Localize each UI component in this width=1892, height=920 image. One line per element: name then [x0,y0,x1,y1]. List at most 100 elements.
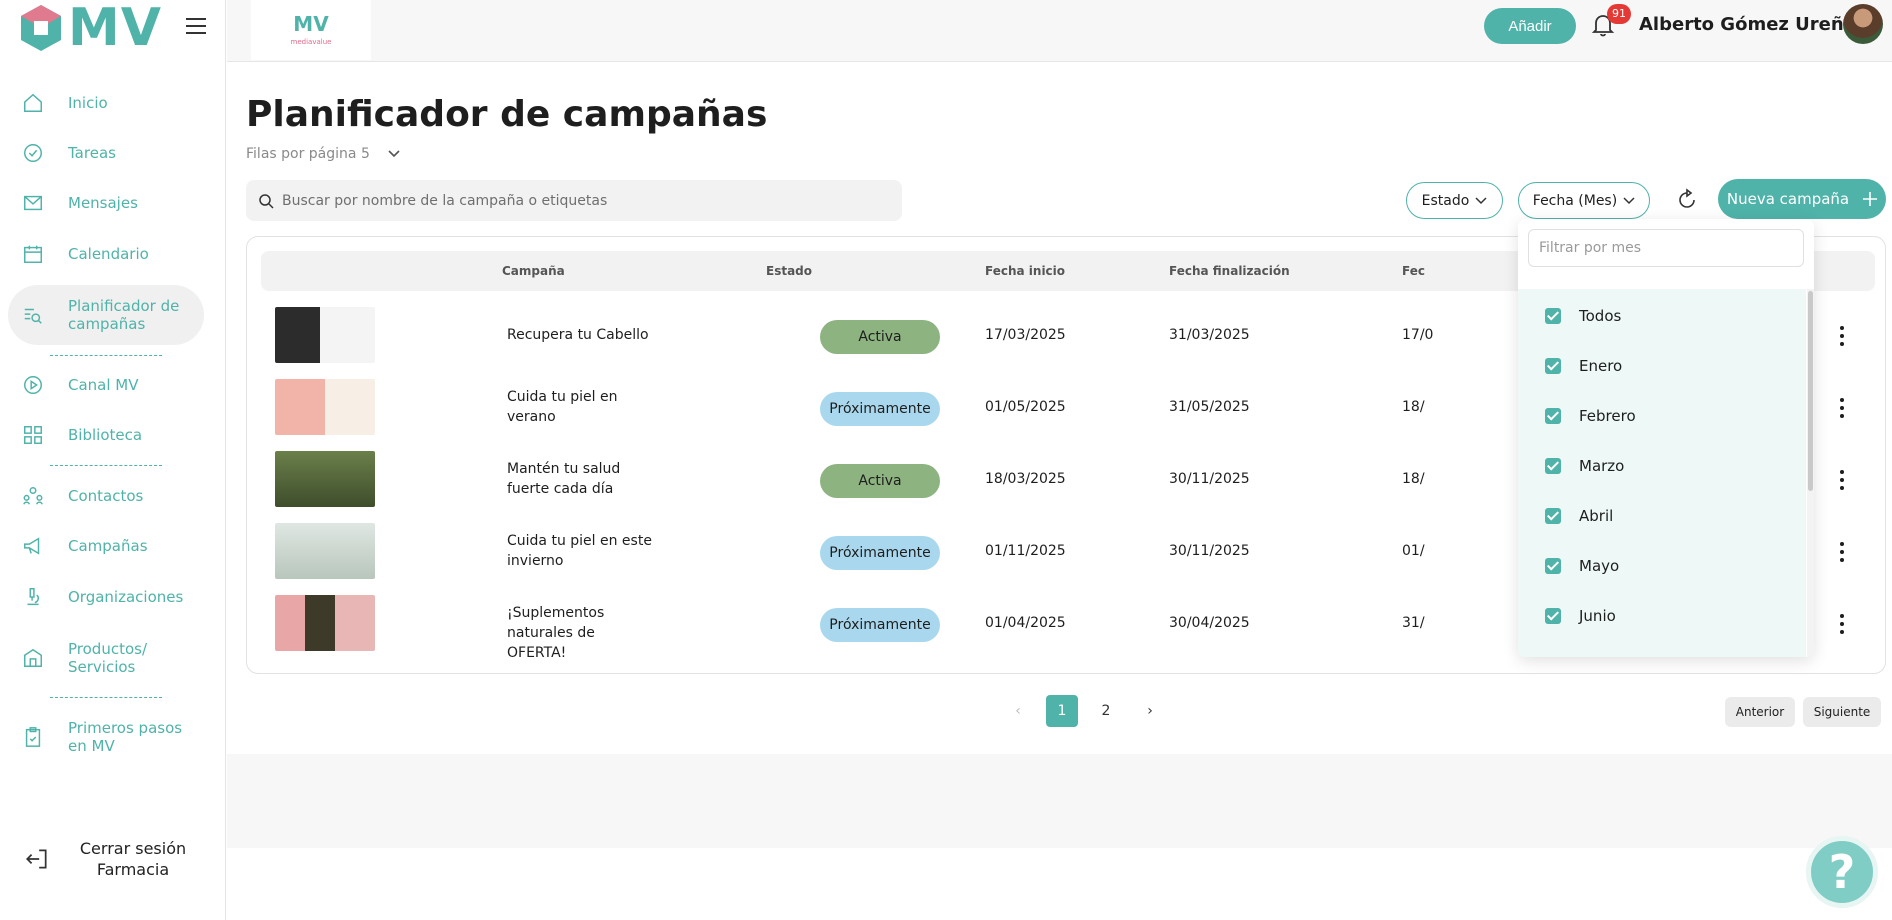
footer-area [227,754,1892,848]
microscope-icon [27,588,39,606]
help-button[interactable]: ? [1806,836,1878,908]
brand-logo[interactable]: MV [18,2,162,54]
campaign-name[interactable]: Recupera tu Cabello [507,325,649,345]
sidebar-item-label: Tareas [68,144,116,162]
dropdown-scrollbar-thumb[interactable] [1808,291,1813,491]
checkbox-checked-icon[interactable] [1545,608,1561,624]
sidebar-item-label: Productos/ Servicios [68,640,147,676]
chevron-down-icon [1623,196,1635,204]
month-option-marzo[interactable]: Marzo [1518,441,1806,491]
month-option-junio[interactable]: Junio [1518,591,1806,641]
sidebar-item-mensajes[interactable]: Mensajes [8,188,204,218]
brand-name: MV [68,0,162,58]
previous-button[interactable]: Anterior [1725,697,1795,727]
month-option-abril[interactable]: Abril [1518,491,1806,541]
sidebar-item-biblioteca[interactable]: Biblioteca [8,420,204,450]
plus-icon [1863,192,1878,206]
month-option-enero[interactable]: Enero [1518,341,1806,391]
user-name[interactable]: Alberto Gómez Ureña [1639,14,1856,35]
grid-icon [24,426,42,444]
sidebar-item-label: Contactos [68,487,144,505]
extra-date: 17/0 [1402,327,1434,343]
more-options-icon[interactable] [1839,398,1845,418]
fecha-filter-button[interactable]: Fecha (Mes) [1518,182,1650,219]
search-input[interactable] [282,192,882,209]
column-header-campana: Campaña [502,264,565,278]
checkbox-checked-icon[interactable] [1545,408,1561,424]
sidebar-item-productos[interactable]: Productos/ Servicios [8,638,204,678]
check-circle-icon [24,144,42,162]
sidebar-item-organizaciones[interactable]: Organizaciones [8,582,204,612]
start-date: 17/03/2025 [985,327,1066,343]
brand-mark-icon [21,5,61,51]
chevron-left-icon[interactable]: ‹ [1002,695,1034,727]
pagination: ‹ 1 2 › [1002,695,1166,727]
sidebar-item-contactos[interactable]: Contactos [8,481,204,511]
month-option-mayo[interactable]: Mayo [1518,541,1806,591]
month-option-label: Febrero [1579,407,1636,425]
sidebar-item-primeros-pasos[interactable]: Primeros pasos en MV [8,717,204,757]
more-options-icon[interactable] [1839,326,1845,346]
sidebar: MV Inicio Tareas Mensajes Calendario Pla… [0,0,226,920]
sidebar-item-tareas[interactable]: Tareas [8,138,204,168]
month-option-todos[interactable]: Todos [1518,291,1806,341]
home-icon [24,93,42,112]
rows-per-page-selector[interactable]: Filas por página 5 [246,146,400,162]
fecha-filter-dropdown: Todos Enero Febrero Marzo Abril Mayo Jun… [1518,219,1814,657]
menu-toggle-icon[interactable] [186,18,206,34]
campaign-name[interactable]: Mantén tu salud fuerte cada día [507,459,637,499]
campaign-name[interactable]: ¡Suplementos naturales de OFERTA! [507,603,657,663]
status-badge: Activa [820,320,940,354]
sidebar-item-inicio[interactable]: Inicio [8,88,204,118]
sidebar-item-calendario[interactable]: Calendario [8,239,204,269]
end-date: 30/11/2025 [1169,543,1250,559]
sidebar-item-label: Primeros pasos en MV [68,719,183,755]
chevron-down-icon [1475,196,1487,204]
campaign-name[interactable]: Cuida tu piel en este invierno [507,531,657,571]
sidebar-item-canal-mv[interactable]: Canal MV [8,370,204,400]
next-button[interactable]: Siguiente [1803,697,1881,727]
sidebar-item-planificador[interactable]: Planificador de campañas [8,285,204,345]
extra-date: 31/ [1402,615,1425,631]
page-2-button[interactable]: 2 [1090,695,1122,727]
estado-filter-button[interactable]: Estado [1406,182,1503,219]
checkbox-checked-icon[interactable] [1545,308,1561,324]
rows-per-page-label: Filas por página 5 [246,146,370,162]
month-option-label: Enero [1579,357,1623,375]
month-option-febrero[interactable]: Febrero [1518,391,1806,441]
add-button[interactable]: Añadir [1484,8,1576,44]
more-options-icon[interactable] [1839,542,1845,562]
more-options-icon[interactable] [1839,614,1845,634]
month-option-label: Mayo [1579,557,1620,575]
megaphone-icon [24,537,40,555]
mail-icon [24,195,42,211]
refresh-icon[interactable] [1675,188,1699,212]
sidebar-divider [50,697,162,698]
checkbox-checked-icon[interactable] [1545,458,1561,474]
organization-logo-tagline: mediavalue [290,38,332,46]
campaign-name[interactable]: Cuida tu piel en verano [507,387,637,427]
end-date: 30/04/2025 [1169,615,1250,631]
checkbox-checked-icon[interactable] [1545,358,1561,374]
chevron-right-icon[interactable]: › [1134,695,1166,727]
new-campaign-button[interactable]: Nueva campaña [1718,179,1886,219]
month-filter-input[interactable] [1528,229,1804,267]
sidebar-item-label: Organizaciones [68,588,184,606]
logout-button[interactable]: Cerrar sesión Farmacia [24,838,188,880]
sidebar-item-label: Calendario [68,245,149,263]
sidebar-item-label: Inicio [68,94,108,112]
month-option-label: Todos [1579,307,1622,325]
list-search-icon [24,308,42,324]
checkbox-checked-icon[interactable] [1545,508,1561,524]
avatar[interactable] [1843,4,1883,44]
more-options-icon[interactable] [1839,470,1845,490]
checkbox-checked-icon[interactable] [1545,558,1561,574]
month-option-label: Junio [1579,607,1616,625]
sidebar-item-campanas[interactable]: Campañas [8,531,204,561]
chevron-down-icon [388,150,400,158]
organization-logo[interactable]: MV mediavalue [251,0,371,60]
estado-filter-label: Estado [1421,192,1470,209]
extra-date: 18/ [1402,471,1425,487]
page-1-button[interactable]: 1 [1046,695,1078,727]
notification-badge: 91 [1607,4,1631,24]
